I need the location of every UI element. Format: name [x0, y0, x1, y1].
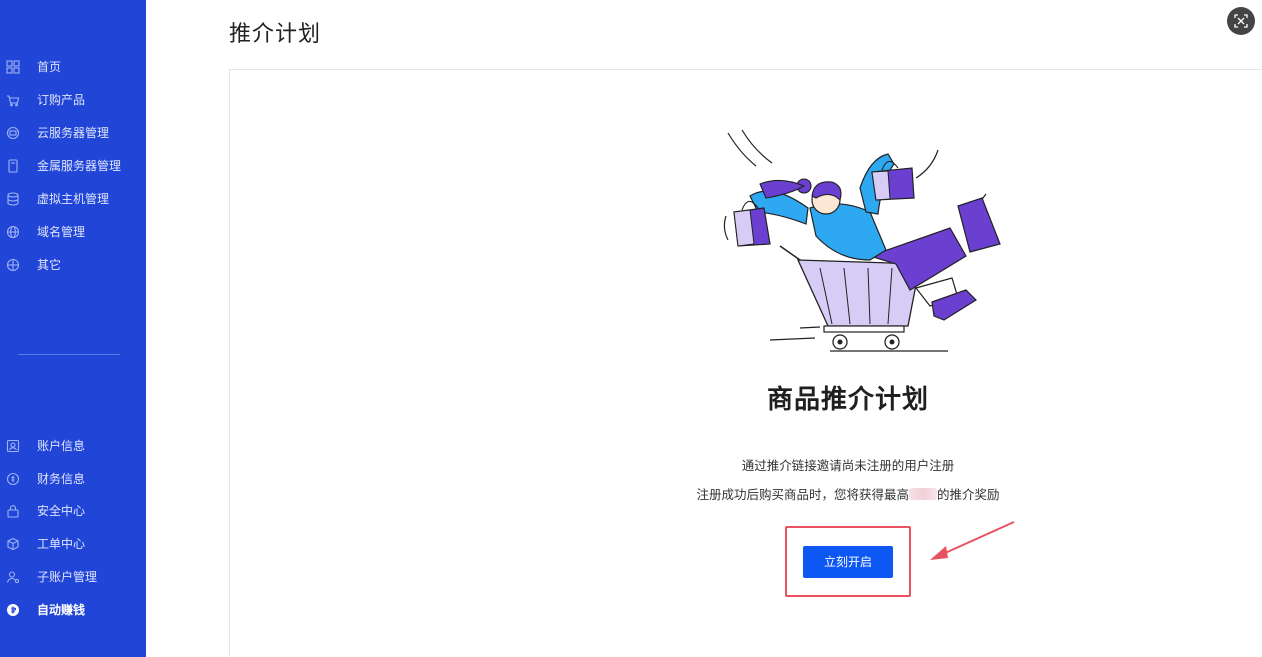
sidebar-item-ticket[interactable]: 工单中心	[0, 530, 146, 558]
finance-icon	[6, 472, 20, 486]
sidebar-item-label: 安全中心	[37, 504, 86, 518]
sidebar-item-home[interactable]: 首页	[0, 53, 146, 81]
sidebar-item-label: 首页	[37, 60, 62, 74]
sidebar-item-label: 自动赚钱	[37, 603, 86, 617]
shopping-cart-illustration	[723, 129, 1001, 352]
sidebar-item-label: 工单中心	[37, 537, 86, 551]
other-icon	[6, 258, 20, 272]
sidebar-item-label: 云服务器管理	[37, 126, 110, 140]
box-icon	[6, 537, 20, 551]
sidebar-divider	[18, 354, 120, 355]
sidebar-item-finance[interactable]: 财务信息	[0, 465, 146, 493]
hero-title: 商品推介计划	[766, 385, 929, 415]
lock-icon	[6, 504, 20, 518]
sidebar-item-label: 订购产品	[37, 93, 86, 107]
sidebar-item-label: 域名管理	[37, 225, 86, 239]
sidebar-item-label: 其它	[37, 258, 62, 272]
start-now-button[interactable]: 立刻开启	[803, 546, 893, 578]
description-line-2-after: 的推介奖励	[937, 487, 1000, 502]
description-line-2-before: 注册成功后购买商品时，您将获得最高	[696, 487, 909, 502]
description-line-1: 通过推介链接邀请尚未注册的用户注册	[741, 458, 955, 473]
redacted-value	[909, 488, 937, 500]
metal-server-icon	[6, 159, 20, 173]
user-card-icon	[6, 439, 20, 453]
sidebar-item-account-info[interactable]: 账户信息	[0, 432, 146, 460]
cloud-server-icon	[6, 126, 20, 140]
sidebar-item-label: 财务信息	[37, 472, 86, 486]
database-icon	[6, 192, 20, 206]
app-root: 首页 订购产品 云服务器管理 金属服务器管理 虚拟主机管理 域名管理 其它 账户…	[0, 0, 1262, 657]
sidebar-item-label: 账户信息	[37, 439, 86, 453]
sidebar-item-label: 金属服务器管理	[37, 159, 122, 173]
sidebar-item-cloud-server[interactable]: 云服务器管理	[0, 119, 146, 147]
screenshot-button[interactable]	[1227, 7, 1255, 35]
sidebar-item-domain[interactable]: 域名管理	[0, 218, 146, 246]
grid-icon	[6, 60, 20, 74]
sub-account-icon	[6, 570, 20, 584]
sidebar-item-label: 虚拟主机管理	[37, 192, 110, 206]
page-title: 推介计划	[229, 22, 322, 47]
sidebar-item-sub-account[interactable]: 子账户管理	[0, 563, 146, 591]
sidebar-item-virtual-host[interactable]: 虚拟主机管理	[0, 185, 146, 213]
annotation-arrow-icon	[930, 521, 1015, 560]
globe-icon	[6, 225, 20, 239]
sidebar-item-order[interactable]: 订购产品	[0, 86, 146, 114]
sidebar-item-label: 子账户管理	[37, 570, 98, 584]
sidebar-item-auto-earn[interactable]: 自动赚钱	[0, 596, 146, 624]
screenshot-icon	[1234, 14, 1248, 28]
sidebar-item-other[interactable]: 其它	[0, 251, 146, 279]
cart-icon	[6, 93, 20, 107]
sidebar: 首页 订购产品 云服务器管理 金属服务器管理 虚拟主机管理 域名管理 其它 账户…	[0, 0, 146, 657]
sidebar-item-metal-server[interactable]: 金属服务器管理	[0, 152, 146, 180]
sidebar-item-security[interactable]: 安全中心	[0, 497, 146, 525]
description-line-2: 注册成功后购买商品时，您将获得最高 的推介奖励	[640, 487, 1056, 503]
coin-icon	[6, 603, 20, 617]
